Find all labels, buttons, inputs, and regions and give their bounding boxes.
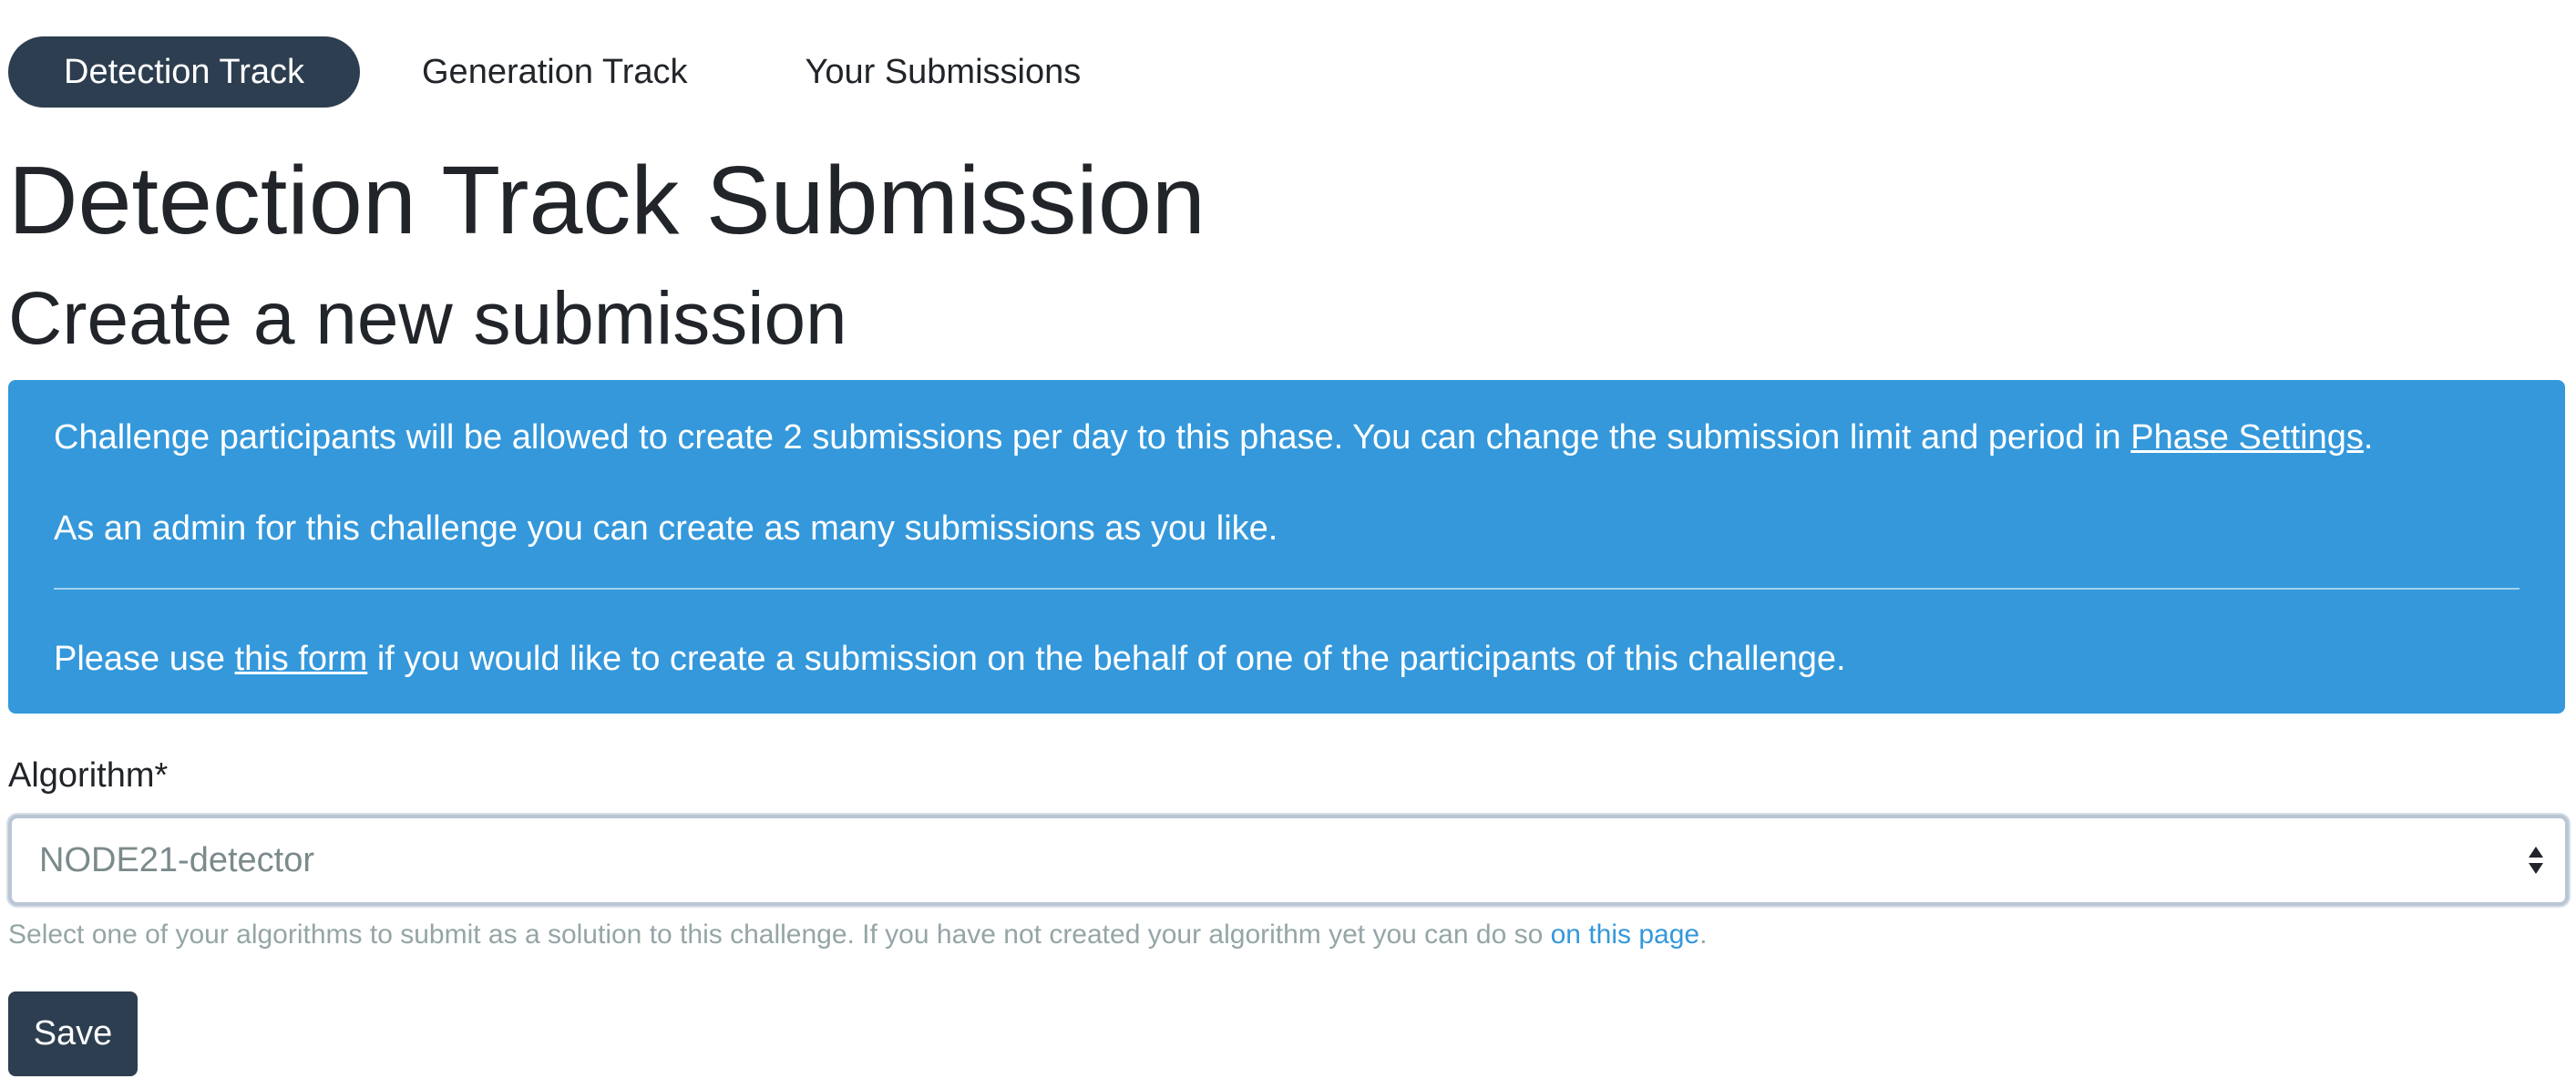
admin-note-text: As an admin for this challenge you can c… (54, 509, 1278, 548)
submission-limit-suffix: . (2363, 418, 2374, 457)
behalf-suffix: if you would like to create a submission… (367, 640, 1846, 678)
algorithm-help-suffix: . (1699, 919, 1708, 950)
phase-settings-link[interactable]: Phase Settings (2130, 418, 2364, 457)
page-subtitle: Create a new submission (8, 277, 847, 360)
save-button[interactable]: Save (8, 991, 138, 1076)
page-title: Detection Track Submission (8, 147, 1206, 254)
algorithm-select[interactable]: NODE21-detector (8, 815, 2569, 906)
track-tabs: Detection Track Generation Track Your Su… (8, 36, 1136, 108)
select-caret-icon (2529, 847, 2543, 874)
behalf-prefix: Please use (54, 640, 235, 678)
info-alert: Challenge participants will be allowed t… (8, 380, 2565, 714)
algorithm-label: Algorithm* (8, 756, 169, 795)
algorithm-page-link[interactable]: on this page (1551, 919, 1699, 950)
tab-generation-track[interactable]: Generation Track (360, 36, 749, 108)
tab-detection-track[interactable]: Detection Track (8, 36, 360, 108)
algorithm-selected-value: NODE21-detector (39, 840, 315, 879)
algorithm-help-text: Select one of your algorithms to submit … (8, 914, 1707, 956)
alert-divider (54, 588, 2520, 590)
this-form-link[interactable]: this form (235, 640, 368, 678)
submission-limit-prefix: Challenge participants will be allowed t… (54, 418, 2131, 457)
behalf-text: Please use this form if you would like t… (54, 636, 1846, 682)
submission-limit-text: Challenge participants will be allowed t… (54, 415, 2373, 460)
tab-your-submissions[interactable]: Your Submissions (749, 36, 1136, 108)
algorithm-help-prefix: Select one of your algorithms to submit … (8, 919, 1551, 950)
